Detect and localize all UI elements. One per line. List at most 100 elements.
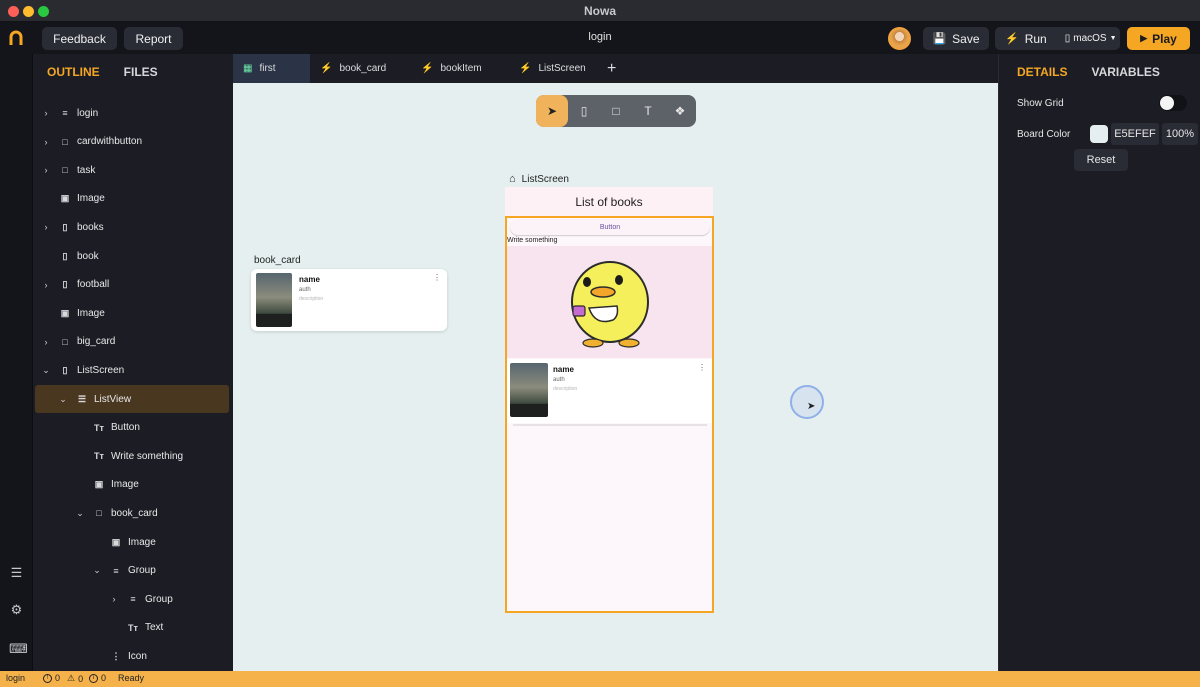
outline-item[interactable]: › ▯ books — [35, 213, 229, 241]
play-button[interactable]: ▶ Play — [1127, 27, 1190, 50]
status-text: Ready — [118, 673, 145, 683]
outline-item-label: Icon — [128, 650, 147, 662]
status-bar: login ! 0 ⚠ 0 i 0 Ready — [0, 671, 1200, 687]
feedback-button[interactable]: Feedback — [42, 27, 117, 50]
outline-item[interactable]: Tᴛ Text — [35, 614, 229, 642]
outline-item[interactable]: › ≡ Group — [35, 585, 229, 613]
outline-item[interactable]: Tᴛ Write something — [35, 442, 229, 470]
chevron-right-icon[interactable]: › — [41, 165, 51, 175]
tab-files[interactable]: FILES — [124, 65, 158, 79]
tab-listscreen[interactable]: ⚡ ListScreen — [509, 54, 599, 83]
outline-item[interactable]: ⌄ □ book_card — [35, 499, 229, 527]
chevron-down-icon[interactable]: ⌄ — [41, 365, 51, 376]
tab-listscreen-label: ListScreen — [538, 63, 586, 74]
list-icon: ≡ — [130, 594, 136, 605]
chevron-down-icon[interactable]: ⌄ — [75, 508, 85, 519]
user-avatar[interactable] — [888, 27, 911, 50]
outline-item[interactable]: ⌄ ☰ ListView — [35, 385, 229, 413]
chevron-right-icon[interactable]: › — [41, 108, 51, 118]
play-icon: ▶ — [1140, 33, 1148, 43]
more-vert-icon[interactable]: ⋮ — [433, 273, 441, 282]
list-book-card[interactable]: name auth description ⋮ — [507, 359, 712, 423]
outline-item[interactable]: › □ big_card — [35, 328, 229, 356]
outline-item[interactable]: ▣ Image — [35, 528, 229, 556]
board-color-hex-field[interactable]: E5EFEF — [1111, 123, 1159, 145]
list-view-selected[interactable]: Button Write something name auth descrip… — [505, 216, 714, 613]
layers-icon[interactable]: ☰ — [9, 565, 24, 580]
save-button[interactable]: 💾 Save — [923, 27, 989, 50]
list-screen-appbar: List of books — [505, 187, 713, 216]
text-tool-icon[interactable]: T — [632, 95, 664, 127]
status-infos[interactable]: i 0 — [89, 673, 106, 683]
tab-variables[interactable]: VARIABLES — [1091, 65, 1159, 79]
outline-item[interactable]: ▣ Image — [35, 471, 229, 499]
status-page[interactable]: login — [6, 673, 25, 683]
current-page-title: login — [588, 31, 612, 43]
phone-frame-tool-icon[interactable]: ▯ — [568, 95, 600, 127]
chevron-right-icon[interactable]: › — [41, 222, 51, 232]
outline-item[interactable]: › □ cardwithbutton — [35, 128, 229, 156]
listscreen-frame-label[interactable]: ⌂ ListScreen — [509, 173, 569, 185]
components-tool-icon[interactable]: ❖ — [664, 95, 696, 127]
error-count: 0 — [55, 673, 61, 683]
toggle-knob — [1160, 96, 1174, 110]
chevron-down-icon[interactable]: ⌄ — [92, 565, 102, 576]
outline-item-label: football — [77, 279, 110, 291]
show-grid-toggle[interactable] — [1159, 95, 1187, 111]
outline-item-label: Write something — [111, 450, 184, 462]
outline-item[interactable]: ▣ Image — [35, 299, 229, 327]
outline-item[interactable]: Tᴛ Button — [35, 414, 229, 442]
board-color-swatch[interactable] — [1090, 125, 1108, 143]
save-label: Save — [952, 31, 980, 46]
book-card-preview[interactable]: name auth description ⋮ — [251, 269, 447, 331]
select-tool-icon[interactable]: ➤ — [536, 95, 568, 127]
book-card-frame-label[interactable]: book_card — [254, 255, 301, 266]
listview-icon: ☰ — [77, 393, 87, 404]
gear-icon[interactable]: ⚙ — [9, 602, 24, 617]
top-toolbar: Feedback Report login 💾 Save ⚡ Run ▯ mac… — [0, 22, 1200, 54]
chevron-down-icon[interactable]: ⌄ — [58, 394, 68, 405]
list-button[interactable]: Button — [510, 219, 710, 235]
text-icon: Tᴛ — [128, 622, 138, 633]
tab-first[interactable]: ▦ first — [233, 54, 310, 83]
outline-item[interactable]: › ≡ login — [35, 99, 229, 127]
tab-details[interactable]: DETAILS — [1017, 65, 1067, 79]
keyboard-icon[interactable]: ⌨ — [9, 641, 28, 656]
design-canvas[interactable]: ➤ ▯ □ T ❖ book_card name auth descriptio… — [233, 83, 998, 671]
board-opacity-field[interactable]: 100% — [1162, 123, 1198, 145]
status-warnings[interactable]: ⚠ 0 — [67, 673, 83, 684]
chevron-down-icon: ▼ — [1109, 35, 1117, 42]
more-vert-icon[interactable]: ⋮ — [698, 363, 706, 372]
tab-bookitem-label: bookItem — [440, 63, 482, 74]
tab-bookitem[interactable]: ⚡ bookItem — [411, 54, 499, 83]
outline-item-label: book — [77, 250, 99, 262]
rectangle-tool-icon[interactable]: □ — [600, 95, 632, 127]
tab-book-card[interactable]: ⚡ book_card — [310, 54, 402, 83]
add-tab-button[interactable]: + — [597, 54, 627, 83]
status-errors[interactable]: ! 0 — [43, 673, 60, 683]
outline-item[interactable]: ⌄ ≡ Group — [35, 557, 229, 585]
report-button[interactable]: Report — [124, 27, 183, 50]
run-button[interactable]: Run — [1025, 32, 1047, 46]
play-label: Play — [1152, 31, 1177, 46]
reset-button[interactable]: Reset — [1074, 149, 1128, 171]
tab-outline[interactable]: OUTLINE — [47, 65, 100, 79]
outline-item[interactable]: ▣ Image — [35, 185, 229, 213]
outline-item-label: ListScreen — [77, 364, 125, 376]
chevron-right-icon[interactable]: › — [41, 137, 51, 147]
left-icon-strip: ☰ ⚙ ⌨ — [0, 54, 33, 671]
outline-item[interactable]: ▯ book — [35, 242, 229, 270]
square-icon: □ — [62, 165, 68, 176]
chevron-right-icon[interactable]: › — [41, 280, 51, 290]
chevron-right-icon[interactable]: › — [109, 594, 119, 604]
warning-count: 0 — [78, 673, 84, 684]
platform-select[interactable]: ▯ macOS ▼ — [1065, 33, 1117, 44]
outline-item[interactable]: › □ task — [35, 156, 229, 184]
chevron-right-icon[interactable]: › — [41, 337, 51, 347]
editor-tabs: ▦ first ⚡ book_card ⚡ bookItem ⚡ ListScr… — [233, 54, 998, 83]
outline-item[interactable]: › ▯ football — [35, 271, 229, 299]
outline-item[interactable]: ⌄ ▯ ListScreen — [35, 356, 229, 384]
outline-item-label: Image — [77, 307, 105, 319]
outline-item-label: cardwithbutton — [77, 136, 143, 148]
outline-item[interactable]: ⋮ Icon — [35, 642, 229, 670]
